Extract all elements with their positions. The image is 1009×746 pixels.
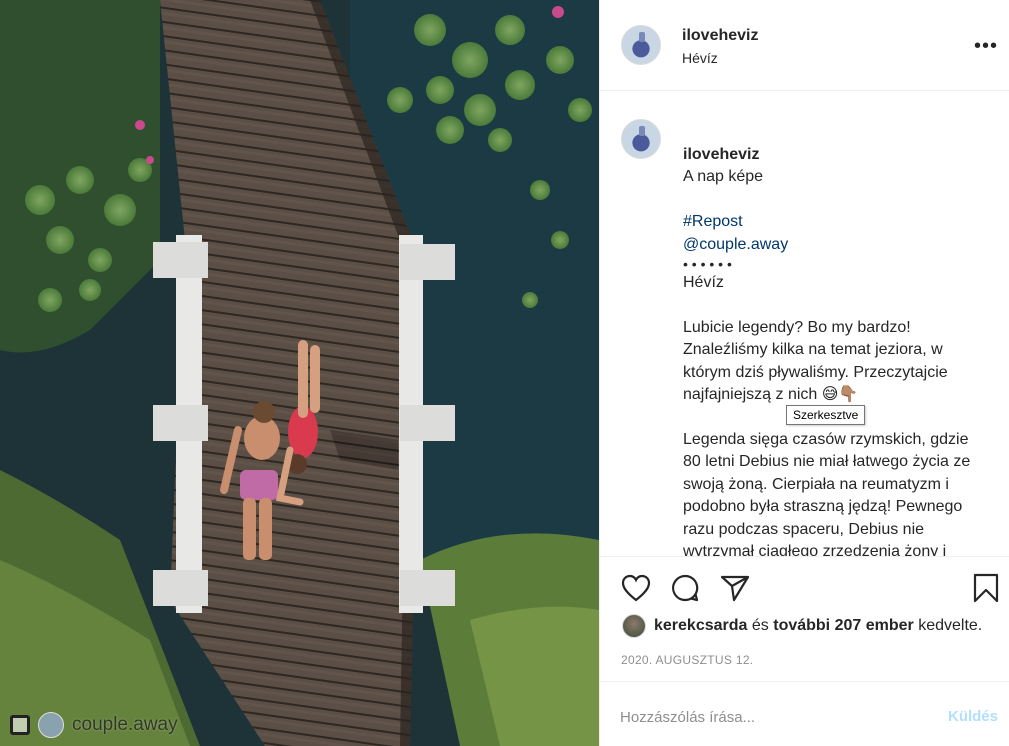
repost-account: couple.away <box>72 714 178 735</box>
comment-input[interactable] <box>620 702 920 732</box>
heart-icon <box>621 574 651 602</box>
post-date[interactable]: 2020. AUGUSZTUS 12. <box>621 653 753 667</box>
likes-summary: kerekcsarda és további 207 ember kedvelt… <box>622 614 982 638</box>
bookmark-icon <box>973 573 999 603</box>
add-comment-bar: Küldés <box>600 681 1009 746</box>
repost-icon <box>10 715 30 735</box>
post-header: iloveheviz Hévíz ••• <box>600 0 1009 91</box>
like-button[interactable] <box>620 572 652 604</box>
post-caption: iloveheviz A nap képe #Repost @couple.aw… <box>683 121 988 557</box>
liker-avatar[interactable] <box>622 614 646 638</box>
likes-connector: és <box>751 617 769 634</box>
liker-username[interactable]: kerekcsarda <box>654 617 747 634</box>
comment-icon <box>672 574 699 602</box>
send-icon <box>720 575 750 602</box>
caption-username[interactable]: iloveheviz <box>683 146 759 163</box>
likes-others-link[interactable]: további 207 ember <box>773 617 914 634</box>
caption-paragraph-1: Lubicie legendy? Bo my bardzo! Znaleźliś… <box>683 318 948 404</box>
caption-avatar[interactable] <box>621 119 661 159</box>
post-location[interactable]: Hévíz <box>682 50 718 66</box>
author-username[interactable]: iloveheviz <box>682 27 758 45</box>
caption-paragraph-2: Legenda sięga czasów rzymskich, gdzie 80… <box>683 430 971 557</box>
photo-illustration <box>0 0 599 746</box>
author-avatar[interactable] <box>621 25 661 65</box>
edited-tooltip: Szerkesztve <box>786 405 866 425</box>
post-comment-button[interactable]: Küldés <box>948 708 998 725</box>
caption-headline: A nap képe <box>683 168 764 185</box>
action-bar <box>600 556 1009 616</box>
post-side-panel: iloveheviz Hévíz ••• iloveheviz A nap ké… <box>599 0 1009 746</box>
mention-link[interactable]: @couple.away <box>683 236 788 253</box>
hashtag-link[interactable]: #Repost <box>683 213 743 230</box>
repost-avatar <box>38 712 64 738</box>
repost-watermark: couple.away <box>10 712 178 738</box>
more-options-icon[interactable]: ••• <box>974 36 998 56</box>
post-photo[interactable]: couple.away <box>0 0 599 746</box>
save-button[interactable] <box>970 572 1002 604</box>
caption-dots: • • • • • • <box>683 256 732 272</box>
comments-section[interactable]: iloveheviz A nap képe #Repost @couple.aw… <box>600 92 1009 556</box>
caption-place: Hévíz <box>683 274 724 291</box>
likes-suffix: kedvelte. <box>918 617 983 634</box>
share-button[interactable] <box>719 572 751 604</box>
comment-button[interactable] <box>669 572 701 604</box>
